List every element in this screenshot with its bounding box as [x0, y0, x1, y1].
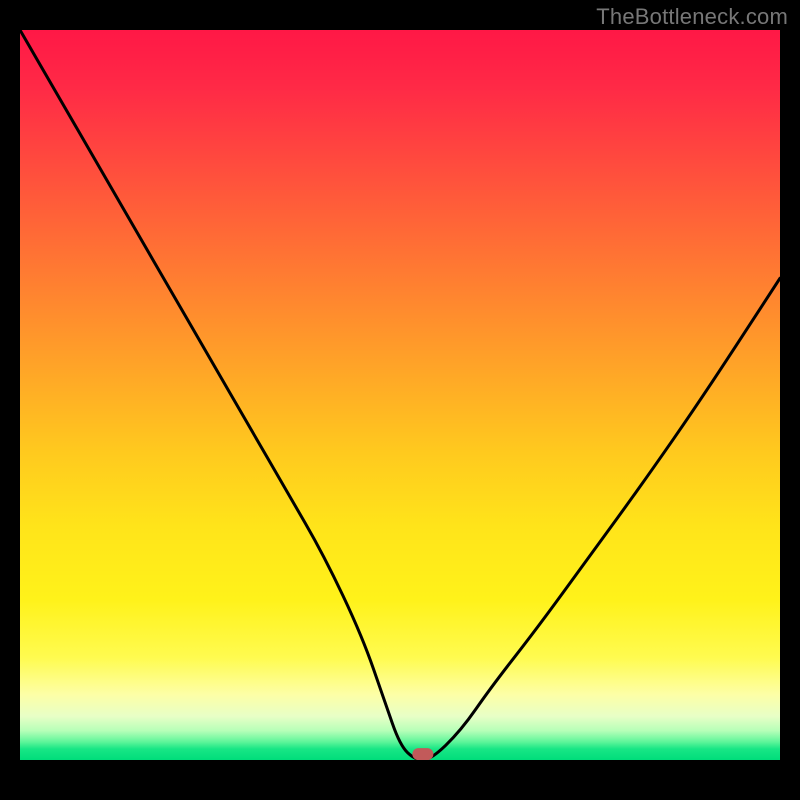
chart-container: TheBottleneck.com: [0, 0, 800, 800]
watermark-text: TheBottleneck.com: [596, 4, 788, 30]
plot-frame: [20, 30, 780, 780]
curve-svg: [20, 30, 780, 760]
bottleneck-curve-path: [20, 30, 780, 760]
optimum-marker: [412, 748, 433, 760]
plot-area: [20, 30, 780, 760]
